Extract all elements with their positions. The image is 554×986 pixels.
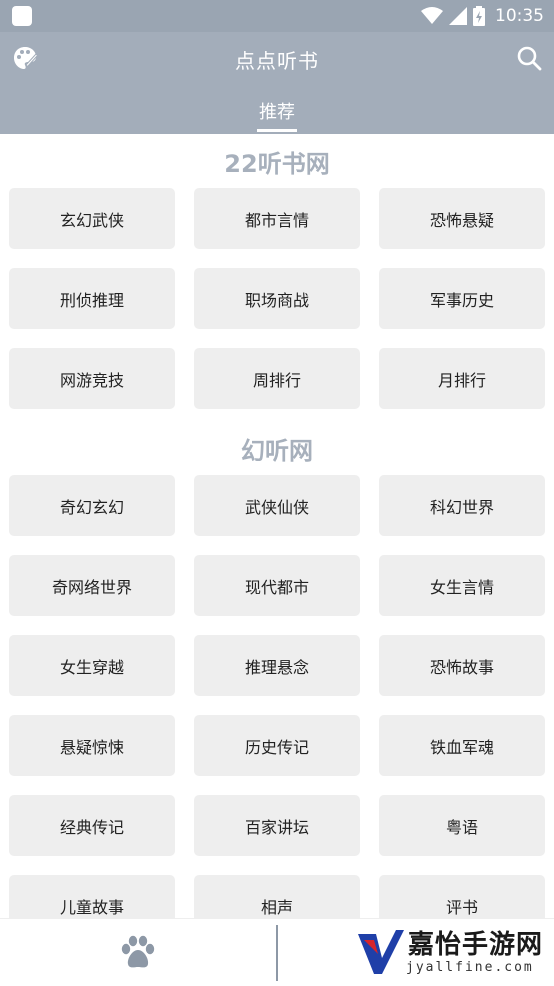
category-button[interactable]: 女生言情 xyxy=(379,555,545,616)
category-button[interactable]: 奇幻玄幻 xyxy=(9,475,175,536)
category-button[interactable]: 刑侦推理 xyxy=(9,268,175,329)
signal-icon xyxy=(449,7,467,25)
category-button[interactable]: 评书 xyxy=(379,875,545,918)
category-button[interactable]: 推理悬念 xyxy=(194,635,360,696)
category-list[interactable]: 22听书网 玄幻武侠 都市言情 恐怖悬疑 刑侦推理 职场商战 军事历史 网游竞技… xyxy=(0,134,554,918)
status-time: 10:35 xyxy=(495,6,544,26)
category-button[interactable]: 武侠仙侠 xyxy=(194,475,360,536)
category-button[interactable]: 科幻世界 xyxy=(379,475,545,536)
watermark: 嘉怡手游网 jyallfine.com xyxy=(356,920,552,984)
category-button[interactable]: 粤语 xyxy=(379,795,545,856)
category-button[interactable]: 都市言情 xyxy=(194,188,360,249)
tab-indicator xyxy=(257,129,297,132)
category-button[interactable]: 女生穿越 xyxy=(9,635,175,696)
category-button[interactable]: 相声 xyxy=(194,875,360,918)
category-button[interactable]: 职场商战 xyxy=(194,268,360,329)
section-grid-22tingshu: 玄幻武侠 都市言情 恐怖悬疑 刑侦推理 职场商战 军事历史 网游竞技 周排行 月… xyxy=(0,188,554,409)
app-title: 点点听书 xyxy=(235,48,319,73)
app-title-row: 点点听书 xyxy=(0,32,554,86)
tab-label: 推荐 xyxy=(259,102,295,123)
watermark-text: 嘉怡手游网 xyxy=(408,930,544,960)
wifi-icon xyxy=(421,7,443,24)
status-bar: 10:35 xyxy=(0,0,554,32)
category-button[interactable]: 恐怖悬疑 xyxy=(379,188,545,249)
category-button[interactable]: 网游竞技 xyxy=(9,348,175,409)
category-button[interactable]: 恐怖故事 xyxy=(379,635,545,696)
tab-row: 推荐 xyxy=(0,86,554,134)
section-title-huanting: 幻听网 xyxy=(241,437,313,465)
category-button[interactable]: 玄幻武侠 xyxy=(9,188,175,249)
category-button[interactable]: 百家讲坛 xyxy=(194,795,360,856)
nav-divider xyxy=(276,925,278,981)
category-button[interactable]: 现代都市 xyxy=(194,555,360,616)
category-button[interactable]: 经典传记 xyxy=(9,795,175,856)
category-button[interactable]: 悬疑惊悚 xyxy=(9,715,175,776)
category-button[interactable]: 月排行 xyxy=(379,348,545,409)
watermark-logo-icon xyxy=(358,930,404,974)
paw-icon[interactable] xyxy=(118,935,158,971)
category-button[interactable]: 儿童故事 xyxy=(9,875,175,918)
section-title-22tingshu: 22听书网 xyxy=(224,150,330,178)
watermark-sub: jyallfine.com xyxy=(406,960,534,975)
battery-icon xyxy=(473,6,485,26)
category-button[interactable]: 周排行 xyxy=(194,348,360,409)
palette-icon[interactable] xyxy=(12,45,38,71)
section-grid-huanting: 奇幻玄幻 武侠仙侠 科幻世界 奇网络世界 现代都市 女生言情 女生穿越 推理悬念… xyxy=(0,475,554,918)
category-button[interactable]: 军事历史 xyxy=(379,268,545,329)
app-bar: 点点听书 推荐 xyxy=(0,32,554,134)
search-icon[interactable] xyxy=(516,45,542,71)
category-button[interactable]: 历史传记 xyxy=(194,715,360,776)
category-button[interactable]: 铁血军魂 xyxy=(379,715,545,776)
tab-recommend[interactable]: 推荐 xyxy=(257,86,297,134)
category-button[interactable]: 奇网络世界 xyxy=(9,555,175,616)
notification-icon xyxy=(12,6,32,26)
status-indicators: 10:35 xyxy=(421,6,544,26)
